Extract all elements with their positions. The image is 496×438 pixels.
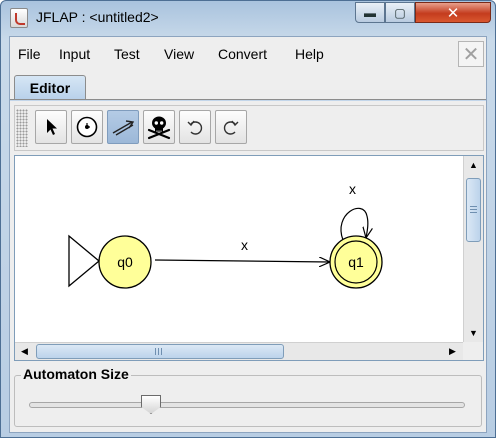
menu-help[interactable]: Help <box>295 46 324 62</box>
redo-button[interactable] <box>215 110 247 144</box>
scroll-down-icon: ▼ <box>469 327 478 338</box>
maximize-icon: ▢ <box>394 5 406 20</box>
state-creator-tool[interactable] <box>71 110 103 144</box>
scroll-up-button[interactable]: ▲ <box>465 156 482 173</box>
state-q0-label: q0 <box>117 254 133 270</box>
close-icon: ✕ <box>446 4 460 22</box>
minimize-icon: ▬ <box>364 5 376 20</box>
transition-arrow-icon <box>112 120 135 136</box>
window-title: JFLAP : <untitled2> <box>36 9 159 25</box>
state-circle-icon <box>76 116 98 138</box>
scroll-left-button[interactable]: ◀ <box>16 343 33 360</box>
attribute-editor-tool[interactable] <box>35 110 67 144</box>
tab-editor-label: Editor <box>29 79 71 96</box>
vertical-thumb-grip <box>470 206 477 214</box>
undo-icon <box>187 120 203 135</box>
deleter-tool[interactable] <box>143 110 175 144</box>
close-tab-button[interactable]: ✕ <box>458 41 484 67</box>
automaton-size-slider-thumb[interactable] <box>141 395 161 414</box>
close-window-button[interactable]: ✕ <box>415 2 491 23</box>
undo-button[interactable] <box>179 110 211 144</box>
tab-editor[interactable]: Editor <box>14 75 86 99</box>
horizontal-scroll-thumb[interactable] <box>36 344 284 359</box>
scroll-corner <box>463 342 483 360</box>
skull-crossbones-icon <box>147 116 171 140</box>
automaton-editor: x x q0 q1 ▲ ▼ ◀ ▶ <box>14 155 484 361</box>
java-app-icon <box>10 8 28 28</box>
vertical-scrollbar[interactable]: ▲ ▼ <box>463 156 483 342</box>
transition-q1-q1-loop[interactable] <box>340 207 368 241</box>
initial-state-marker <box>68 234 101 288</box>
scroll-up-icon: ▲ <box>469 159 478 170</box>
automaton-size-group: Automaton Size <box>14 366 482 427</box>
vertical-scroll-thumb[interactable] <box>466 178 481 242</box>
menu-view[interactable]: View <box>164 46 194 62</box>
tab-strip-divider <box>10 99 486 101</box>
transition-q1-q1-label: x <box>349 181 356 197</box>
transition-creator-tool[interactable] <box>107 110 139 144</box>
transition-q0-q1[interactable] <box>154 260 330 262</box>
scroll-right-icon: ▶ <box>449 346 456 356</box>
menu-file[interactable]: File <box>18 46 41 62</box>
automaton-canvas[interactable]: x x q0 q1 <box>15 156 463 342</box>
close-tab-icon: ✕ <box>462 43 480 66</box>
automaton-size-slider-track[interactable] <box>29 402 465 408</box>
maximize-button[interactable]: ▢ <box>385 2 415 23</box>
menu-test[interactable]: Test <box>114 46 140 62</box>
arrow-pointer-icon <box>47 119 57 135</box>
automaton-size-label: Automaton Size <box>21 366 131 382</box>
scroll-left-icon: ◀ <box>21 346 28 356</box>
jflap-window: JFLAP : <untitled2> ▬ ▢ ✕ File Input Tes… <box>0 0 496 438</box>
editor-toolbar <box>14 105 484 151</box>
transition-q0-q1-label: x <box>241 237 248 253</box>
automaton-diagram: x x q0 q1 <box>68 181 383 289</box>
minimize-button[interactable]: ▬ <box>355 2 385 23</box>
horizontal-thumb-grip <box>155 348 164 355</box>
menu-convert[interactable]: Convert <box>218 46 267 62</box>
client-area: File Input Test View Convert Help ✕ Edit… <box>9 36 487 433</box>
title-bar[interactable]: JFLAP : <untitled2> ▬ ▢ ✕ <box>1 1 495 35</box>
toolbar-grip[interactable] <box>16 109 28 147</box>
menu-bar: File Input Test View Convert Help ✕ <box>10 37 486 73</box>
redo-icon <box>223 120 239 135</box>
menu-input[interactable]: Input <box>59 46 90 62</box>
horizontal-scrollbar[interactable]: ◀ ▶ <box>15 342 463 360</box>
scroll-down-button[interactable]: ▼ <box>465 324 482 341</box>
state-q1-label: q1 <box>348 254 364 270</box>
scroll-right-button[interactable]: ▶ <box>444 343 461 360</box>
